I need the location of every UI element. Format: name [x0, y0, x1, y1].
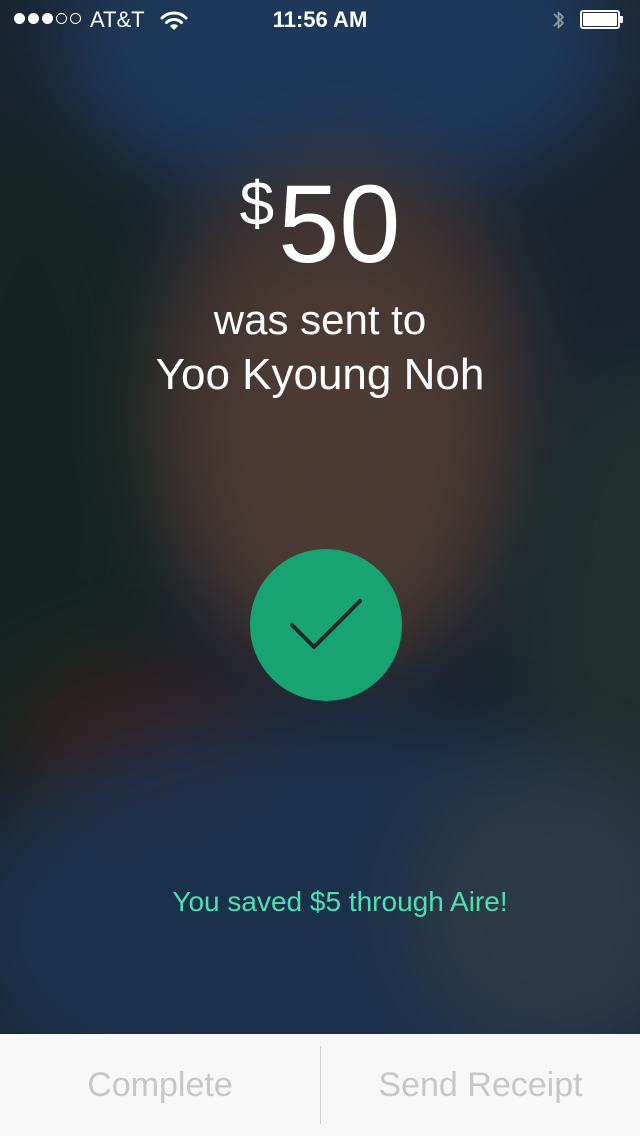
bluetooth-icon — [551, 8, 567, 38]
success-checkmark-badge — [250, 549, 402, 701]
status-bar: AT&T 11:56 AM — [0, 0, 640, 40]
complete-button[interactable]: Complete — [0, 1034, 320, 1136]
battery-level-fill — [583, 13, 617, 26]
blurred-recipient-photo — [0, 0, 640, 1034]
send-receipt-button[interactable]: Send Receipt — [321, 1034, 640, 1136]
checkmark-icon — [290, 599, 362, 649]
sent-to-label: was sent to — [213, 296, 427, 343]
recipient-name: Yoo Kyoung Noh — [155, 350, 485, 399]
savings-message: You saved $5 through Aire! — [172, 886, 508, 917]
amount-value: 50 — [278, 163, 401, 286]
currency-symbol: $ — [239, 170, 275, 239]
payment-confirmation-screen: AT&T 11:56 AM $50 was sent to Yoo Kyoung… — [0, 0, 640, 1136]
sent-amount: $50 — [0, 170, 640, 280]
status-time: 11:56 AM — [272, 7, 368, 32]
battery-icon — [580, 10, 624, 29]
action-bar: Complete Send Receipt — [0, 1034, 640, 1136]
